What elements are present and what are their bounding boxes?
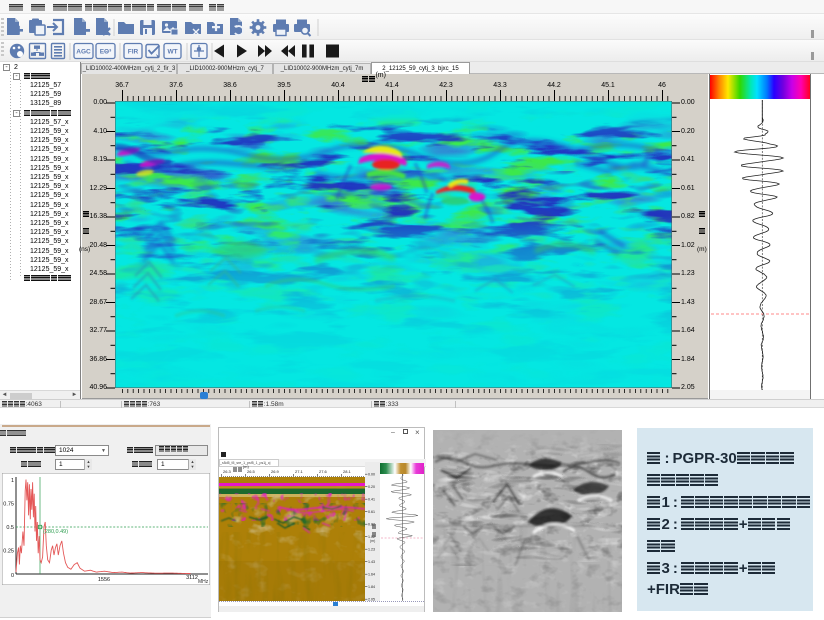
svg-text:28.1: 28.1 (343, 469, 352, 474)
svg-text:3112: 3112 (186, 575, 198, 581)
svg-text:WT: WT (167, 49, 177, 56)
svg-text:0.61: 0.61 (368, 510, 375, 514)
svg-text:1.23: 1.23 (368, 548, 375, 552)
svg-text:FIR: FIR (128, 49, 139, 56)
svg-text:0.25: 0.25 (3, 549, 14, 555)
svg-text:26.3: 26.3 (223, 469, 232, 474)
svg-text:1.84: 1.84 (368, 585, 375, 589)
svg-text:0: 0 (11, 573, 14, 579)
svg-text:AGC: AGC (76, 49, 91, 56)
svg-text:EΘ³: EΘ³ (100, 49, 112, 56)
svg-text:1.64: 1.64 (368, 573, 375, 577)
svg-text:27.6: 27.6 (319, 469, 328, 474)
svg-text:(280,0.49): (280,0.49) (43, 529, 68, 535)
svg-text:27.1: 27.1 (295, 469, 304, 474)
svg-text:MHz: MHz (198, 579, 209, 585)
svg-text:0.5: 0.5 (6, 525, 14, 531)
svg-text:0.00: 0.00 (368, 473, 375, 477)
svg-text:1: 1 (11, 478, 14, 484)
svg-text:1556: 1556 (98, 577, 110, 583)
svg-text:1.43: 1.43 (368, 560, 375, 564)
svg-text:26.9: 26.9 (271, 469, 280, 474)
svg-text:26.5: 26.5 (247, 469, 256, 474)
svg-text:0.20: 0.20 (368, 485, 375, 489)
svg-text:0.75: 0.75 (3, 502, 14, 508)
svg-text:0.41: 0.41 (368, 498, 375, 502)
